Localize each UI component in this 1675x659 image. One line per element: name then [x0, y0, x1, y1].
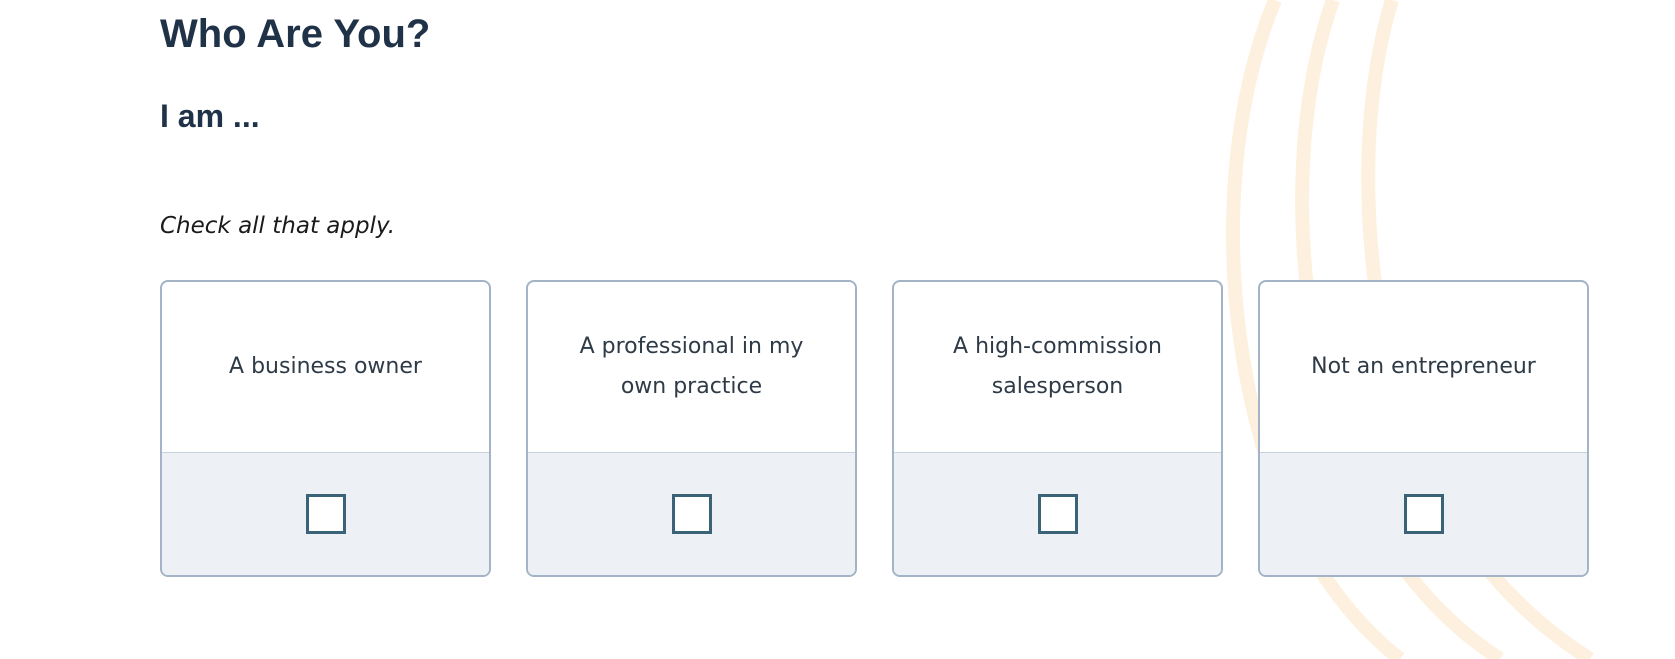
option-label: A business owner [229, 354, 422, 379]
question-subheading: I am ... [160, 98, 260, 134]
checkbox[interactable] [1037, 494, 1078, 534]
option-checkbox-area [528, 453, 855, 575]
page-title: Who Are You? [160, 12, 431, 56]
option-label: A high-commission salesperson [953, 334, 1162, 399]
option-checkbox-area [162, 453, 489, 575]
option-card-salesperson[interactable]: A high-commission salesperson [892, 280, 1223, 577]
checkbox[interactable] [1403, 494, 1444, 534]
checkbox[interactable] [305, 494, 346, 534]
checkbox[interactable] [671, 494, 712, 534]
option-checkbox-area [894, 453, 1221, 575]
option-label: Not an entrepreneur [1311, 354, 1536, 379]
option-card-not-entrepreneur[interactable]: Not an entrepreneur [1258, 280, 1589, 577]
option-checkbox-area [1260, 453, 1587, 575]
option-card-professional[interactable]: A professional in my own practice [526, 280, 857, 577]
option-label: A professional in my own practice [579, 334, 804, 399]
instruction-text: Check all that apply. [160, 213, 396, 239]
option-cards: A business owner A professional in my ow… [160, 280, 1589, 577]
option-label-area: A business owner [162, 282, 489, 453]
option-label-area: A professional in my own practice [528, 282, 855, 453]
option-label-area: Not an entrepreneur [1260, 282, 1587, 453]
option-label-area: A high-commission salesperson [894, 282, 1221, 453]
option-card-business-owner[interactable]: A business owner [160, 280, 491, 577]
